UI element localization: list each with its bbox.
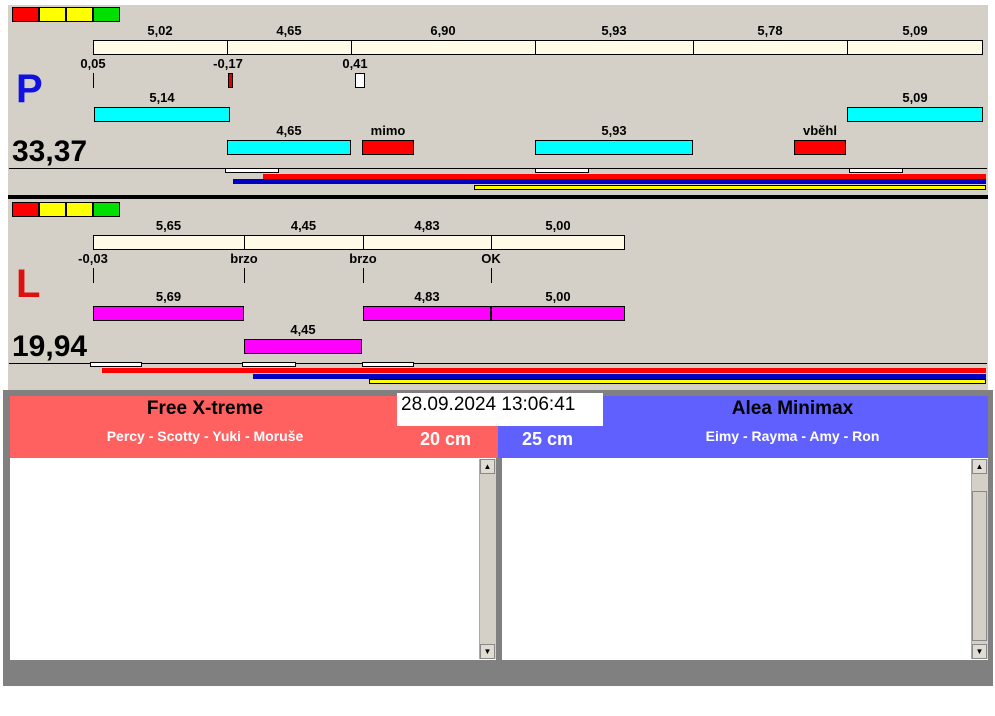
track [93,235,625,250]
track-divider [491,235,492,250]
progress-strip [225,168,279,173]
marker-label: 0,41 [342,56,368,71]
time-bar [244,339,362,354]
time-bar [362,140,414,155]
time-bar [363,306,491,321]
progress-strip [535,168,589,173]
progress-strip [90,362,142,367]
baseline [9,168,987,169]
segment-label: 5,65 [155,218,182,233]
time-bar [94,107,230,122]
indicator-light [93,202,120,217]
track-divider [351,40,352,55]
marker-label: brzo [230,251,258,266]
track-divider [693,40,694,55]
time-bar [227,140,351,155]
marker [93,73,94,88]
scroll-down-icon[interactable]: ▼ [480,644,495,659]
panel-total: 33,37 [12,135,88,168]
marker-label: -0,03 [78,251,108,266]
left-scrollbar[interactable]: ▲ ▼ [479,459,496,659]
bar-label: mimo [370,123,406,138]
marker-label: brzo [349,251,377,266]
marker [228,73,233,88]
segment-label: 4,45 [290,218,317,233]
segment-label: 5,78 [757,23,783,38]
bar-label: 5,69 [155,289,182,304]
marker-label: OK [481,251,501,266]
segment-label: 4,83 [414,218,440,233]
time-bar [847,107,983,122]
left-results-list[interactable] [10,458,496,660]
progress-strip [242,362,296,367]
track-divider [363,235,364,250]
indicator-light [66,202,93,217]
bar-label: 5,93 [601,123,627,138]
right-scrollbar[interactable]: ▲ ▼ [971,459,988,659]
time-bar [535,140,693,155]
progress-strip [102,368,986,373]
progress-strip [362,362,414,367]
marker [93,268,94,283]
scroll-up-icon[interactable]: ▲ [480,459,495,474]
time-bar [93,306,244,321]
baseline [9,363,987,364]
segment-label: 5,93 [601,23,627,38]
marker [355,73,365,88]
marker-label: 0,05 [80,56,106,71]
left-team-name: Free X-treme [146,398,264,419]
bar-label: 4,83 [414,289,440,304]
segment-label: 6,90 [430,23,456,38]
segment-label: 5,09 [902,23,928,38]
right-team-name: Alea Minimax [731,398,854,419]
indicator-light [12,202,39,217]
marker-label: -0,17 [213,56,243,71]
track-divider [847,40,848,55]
bar-label: vběhl [803,123,837,138]
progress-strip [849,168,903,173]
segment-label: 4,65 [276,23,302,38]
left-team-height: 20 cm [420,429,472,449]
scroll-thumb[interactable] [972,491,987,641]
right-results-list[interactable] [502,458,988,660]
segment-label: 5,00 [545,218,571,233]
datetime: 28.09.2024 13:06:41 [397,393,603,426]
panel-total: 19,94 [12,330,88,363]
time-bar [794,140,846,155]
indicator-light [66,7,93,22]
bar-label: 4,45 [290,322,316,337]
bar-label: 5,09 [902,90,928,105]
progress-strip [233,179,986,184]
bar-label: 5,00 [545,289,571,304]
track-divider [244,235,245,250]
indicator-light [39,7,66,22]
progress-strip [474,185,986,190]
panel-letter: L [16,262,41,306]
right-team-dogs: Eimy - Rayma - Amy - Ron [705,428,880,444]
indicator-light [39,202,66,217]
bar-label: 5,14 [149,90,175,105]
track-divider [535,40,536,55]
scroll-up-icon[interactable]: ▲ [972,459,987,474]
time-bar [491,306,625,321]
marker [363,268,364,283]
panel-letter: P [16,67,43,111]
indicator-light [93,7,120,22]
marker [491,268,492,283]
progress-strip [369,379,986,384]
left-team-dogs: Percy - Scotty - Yuki - Moruše [106,428,304,444]
bar-label: 4,65 [276,123,302,138]
right-team-height: 25 cm [522,429,574,449]
marker [244,268,245,283]
indicator-light [12,7,39,22]
scroll-down-icon[interactable]: ▼ [972,644,987,659]
track-divider [227,40,228,55]
segment-label: 5,02 [147,23,173,38]
